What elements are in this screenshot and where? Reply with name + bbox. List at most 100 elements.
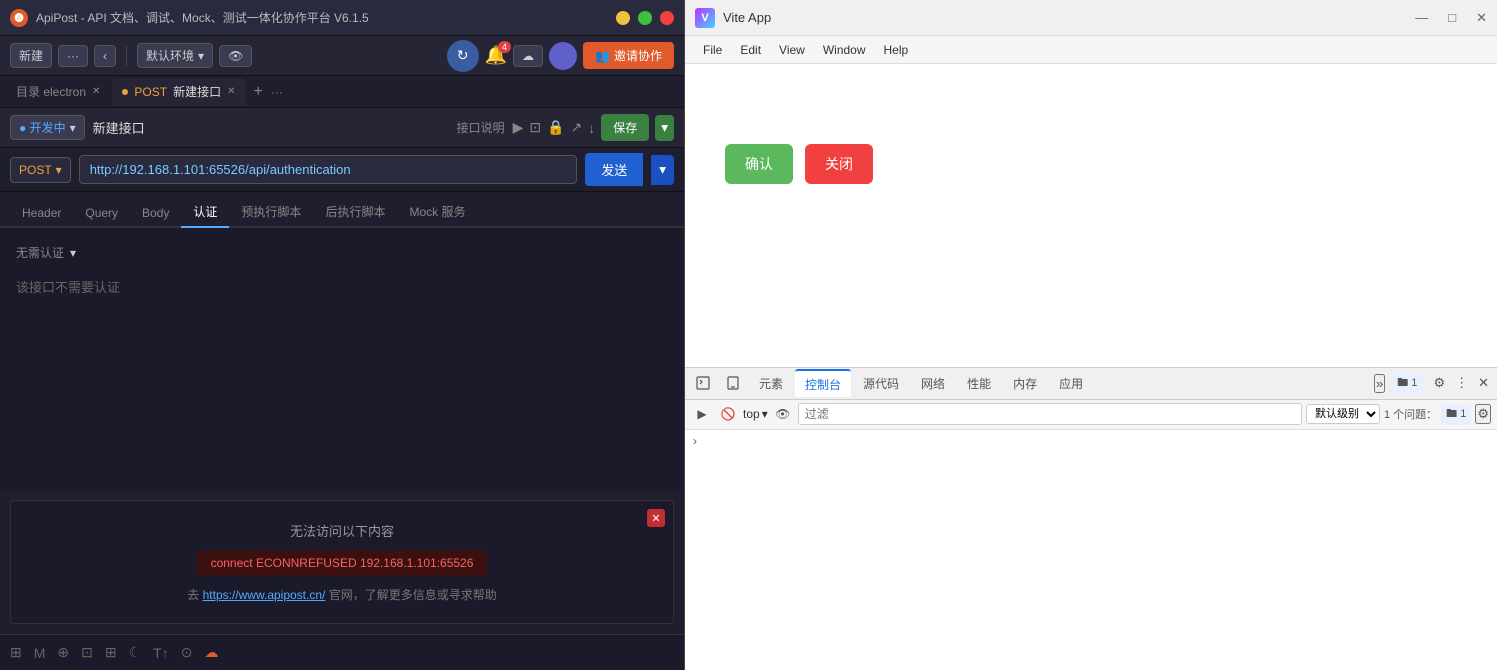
add-tab-button[interactable]: + <box>248 83 269 101</box>
tab-modified-dot <box>122 89 128 95</box>
auth-type-label: 无需认证 <box>16 244 64 261</box>
cloud-button[interactable]: ☁ <box>513 45 543 67</box>
devtools-tab-sources[interactable]: 源代码 <box>853 369 909 397</box>
tab-new-interface[interactable]: POST 新建接口 ✕ <box>112 78 245 106</box>
send-dropdown-button[interactable]: ▾ <box>651 155 674 185</box>
view-button[interactable]: 👁 <box>219 45 252 67</box>
interface-bar: ● 开发中 ▾ 新建接口 接口说明 ▶ ⊡ 🔒 ↗ ↓ 保存 ▾ <box>0 108 684 148</box>
lock-button[interactable]: 🔒 <box>547 119 564 136</box>
more-tabs-button[interactable]: ··· <box>271 85 283 99</box>
close-button[interactable] <box>660 11 674 25</box>
tab-electron[interactable]: 目录 electron ✕ <box>6 78 110 106</box>
error-code: connect ECONNREFUSED 192.168.1.101:65526 <box>197 550 488 576</box>
devtools-more-button[interactable]: ⋮ <box>1451 375 1472 391</box>
tab-post-script[interactable]: 后执行脚本 <box>313 197 397 228</box>
new-button[interactable]: 新建 <box>10 43 52 68</box>
console-level-select[interactable]: 默认级别 <box>1306 404 1380 424</box>
tab-header[interactable]: Header <box>10 200 73 228</box>
copy-button[interactable]: ⊡ <box>529 119 541 136</box>
auth-content: 无需认证 ▾ 该接口不需要认证 <box>0 228 684 490</box>
devtools-content: › <box>685 430 1497 670</box>
tab-query[interactable]: Query <box>73 200 130 228</box>
notification-button[interactable]: 🔔 4 <box>485 45 507 66</box>
vite-maximize-button[interactable]: □ <box>1448 10 1456 26</box>
apipost-title: ApiPost - API 文档、调试、Mock、测试一体化协作平台 V6.1.… <box>36 9 608 26</box>
top-dropdown-icon: ▾ <box>762 407 768 421</box>
status-icon-4[interactable]: ⊡ <box>81 644 93 661</box>
no-auth-description: 该接口不需要认证 <box>16 277 668 296</box>
tab-electron-close[interactable]: ✕ <box>92 86 100 97</box>
tab-interface-close[interactable]: ✕ <box>227 86 235 97</box>
console-filter-input[interactable] <box>798 403 1302 425</box>
vite-win-controls: — □ ✕ <box>1415 10 1487 26</box>
error-close-button[interactable]: ✕ <box>647 509 665 527</box>
apipost-window: 🅐 ApiPost - API 文档、调试、Mock、测试一体化协作平台 V6.… <box>0 0 685 670</box>
tab-auth[interactable]: 认证 <box>181 197 229 228</box>
env-label: 默认环境 <box>146 47 194 64</box>
invite-label: 邀请协作 <box>614 47 662 64</box>
invite-button[interactable]: 👥 邀请协作 <box>583 42 674 69</box>
devtools-tab-network[interactable]: 网络 <box>911 369 955 397</box>
devtools-tab-application[interactable]: 应用 <box>1049 369 1093 397</box>
devtools-tab-memory[interactable]: 内存 <box>1003 369 1047 397</box>
vite-minimize-button[interactable]: — <box>1415 10 1428 26</box>
status-icon-2[interactable]: M <box>34 645 46 661</box>
devtools-close-button[interactable]: ✕ <box>1474 375 1493 391</box>
method-selector[interactable]: POST ▾ <box>10 157 71 183</box>
devtools-tab-elements[interactable]: 元素 <box>749 369 793 397</box>
download-button[interactable]: ↓ <box>588 120 595 136</box>
console-clear-button[interactable]: 🚫 <box>717 403 739 425</box>
devtools-inspect-button[interactable] <box>689 369 717 397</box>
invite-icon: 👥 <box>595 49 610 63</box>
devtools-settings-button[interactable]: ⚙ <box>1429 375 1449 391</box>
error-website-link[interactable]: https://www.apipost.cn/ <box>203 588 326 602</box>
save-button[interactable]: 保存 <box>601 114 649 141</box>
menu-edit[interactable]: Edit <box>732 40 769 60</box>
status-icon-cloud[interactable]: ☁ <box>204 644 218 661</box>
console-settings-button[interactable]: ⚙ <box>1475 404 1491 424</box>
console-chevron[interactable]: › <box>693 434 697 448</box>
tab-mock[interactable]: Mock 服务 <box>397 197 477 228</box>
status-icon-3[interactable]: ⊕ <box>57 644 69 661</box>
tab-pre-script[interactable]: 预执行脚本 <box>229 197 313 228</box>
env-dropdown-icon: ▾ <box>198 49 204 63</box>
method-dropdown-icon: ▾ <box>56 163 62 177</box>
status-icon-moon[interactable]: ☾ <box>129 644 142 661</box>
send-button[interactable]: 发送 <box>585 153 643 186</box>
refresh-button[interactable]: ↻ <box>447 40 479 72</box>
avatar-button[interactable] <box>549 42 577 70</box>
maximize-button[interactable] <box>638 11 652 25</box>
interface-name: 新建接口 <box>93 118 449 137</box>
status-icon-settings[interactable]: ⊙ <box>181 644 193 661</box>
minimize-button[interactable] <box>616 11 630 25</box>
menu-view[interactable]: View <box>771 40 813 60</box>
top-selector[interactable]: top ▾ <box>743 407 768 421</box>
status-icon-1[interactable]: ⊞ <box>10 644 22 661</box>
tab-method-label: POST <box>134 85 167 99</box>
devtools-device-button[interactable] <box>719 369 747 397</box>
devtools-tab-performance[interactable]: 性能 <box>957 369 1001 397</box>
nav-back-button[interactable]: ‹ <box>94 45 116 67</box>
vite-app-area: 确认 关闭 <box>685 64 1497 367</box>
play-button[interactable]: ▶ <box>513 119 524 136</box>
more-button[interactable]: ··· <box>58 45 88 67</box>
console-play-button[interactable]: ▶ <box>691 403 713 425</box>
close-app-button[interactable]: 关闭 <box>805 144 873 184</box>
menu-file[interactable]: File <box>695 40 730 60</box>
save-dropdown-button[interactable]: ▾ <box>655 115 674 141</box>
url-input[interactable] <box>79 155 578 184</box>
env-button[interactable]: 默认环境 ▾ <box>137 43 213 68</box>
vite-close-button[interactable]: ✕ <box>1476 10 1487 26</box>
status-icon-text[interactable]: T↑ <box>153 645 169 661</box>
menu-help[interactable]: Help <box>876 40 917 60</box>
console-eye-button[interactable]: 👁 <box>772 403 794 425</box>
confirm-button[interactable]: 确认 <box>725 144 793 184</box>
menu-window[interactable]: Window <box>815 40 874 60</box>
share-button[interactable]: ↗ <box>571 119 583 136</box>
auth-type-selector[interactable]: ▾ <box>70 246 76 260</box>
status-icon-5[interactable]: ⊞ <box>105 644 117 661</box>
devtools-more-tabs[interactable]: » <box>1374 374 1385 393</box>
env-status-button[interactable]: ● 开发中 ▾ <box>10 115 85 140</box>
tab-body[interactable]: Body <box>130 200 181 228</box>
devtools-tab-console[interactable]: 控制台 <box>795 369 851 397</box>
